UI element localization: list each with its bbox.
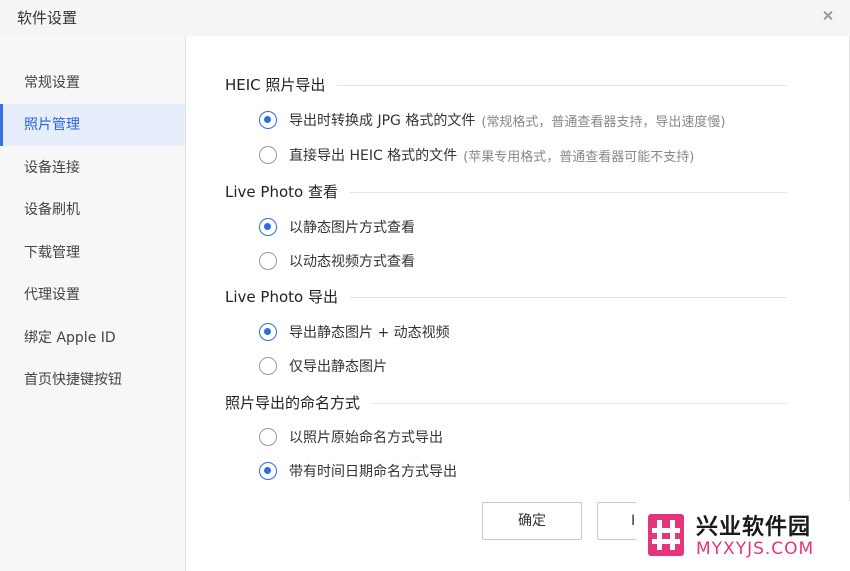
- section-heic-export: HEIC 照片导出: [225, 74, 787, 96]
- option-label: 导出静态图片 + 动态视频: [289, 325, 450, 341]
- radio-option-export-static-video[interactable]: 导出静态图片 + 动态视频: [259, 322, 450, 342]
- sidebar-item-download-management[interactable]: 下载管理: [0, 232, 185, 274]
- section-export-naming: 照片导出的命名方式: [225, 392, 787, 414]
- option-label: 带有时间日期命名方式导出: [289, 464, 457, 480]
- watermark-name: 兴业软件园: [696, 515, 812, 540]
- cancel-button-partial-label: I: [631, 513, 636, 529]
- sidebar-item-device-connection[interactable]: 设备连接: [0, 147, 185, 189]
- radio-option-original-name[interactable]: 以照片原始命名方式导出: [259, 427, 443, 447]
- section-live-photo-export: Live Photo 导出: [225, 286, 787, 308]
- section-live-photo-view: Live Photo 查看: [225, 181, 787, 203]
- ok-button[interactable]: 确定: [482, 502, 582, 540]
- option-label: 仅导出静态图片: [289, 359, 387, 375]
- sidebar-item-proxy-settings[interactable]: 代理设置: [0, 274, 185, 316]
- title-bar: 软件设置: [0, 0, 850, 36]
- section-title: Live Photo 导出: [225, 286, 350, 307]
- radio-selected-icon[interactable]: [259, 218, 277, 236]
- option-label: 以照片原始命名方式导出: [289, 430, 443, 446]
- section-title: HEIC 照片导出: [225, 74, 338, 95]
- radio-unselected-icon[interactable]: [259, 357, 277, 375]
- option-label: 直接导出 HEIC 格式的文件: [289, 148, 458, 164]
- radio-option-convert-jpg[interactable]: 导出时转换成 JPG 格式的文件 (常规格式，普通查看器支持，导出速度慢): [259, 110, 725, 130]
- watermark-domain: MYXYJS.COM: [696, 539, 815, 559]
- radio-option-view-video[interactable]: 以动态视频方式查看: [259, 251, 415, 271]
- radio-option-export-heic[interactable]: 直接导出 HEIC 格式的文件 (苹果专用格式，普通查看器可能不支持): [259, 145, 694, 165]
- close-icon[interactable]: [820, 8, 836, 24]
- watermark-logo-icon: [648, 514, 684, 556]
- option-hint: (常规格式，普通查看器支持，导出速度慢): [481, 114, 726, 130]
- radio-selected-icon[interactable]: [259, 462, 277, 480]
- sidebar-item-device-flash[interactable]: 设备刷机: [0, 189, 185, 231]
- window-title: 软件设置: [17, 9, 78, 27]
- sidebar-item-general[interactable]: 常规设置: [0, 62, 185, 104]
- sidebar-item-photo-management[interactable]: 照片管理: [0, 104, 185, 146]
- option-label: 导出时转换成 JPG 格式的文件: [289, 113, 476, 129]
- radio-option-datetime-name[interactable]: 带有时间日期命名方式导出: [259, 461, 457, 481]
- option-label: 以静态图片方式查看: [289, 220, 415, 236]
- watermark: 兴业软件园 MYXYJS.COM: [636, 501, 850, 571]
- sidebar-item-home-shortcut-buttons[interactable]: 首页快捷键按钮: [0, 359, 185, 401]
- option-label: 以动态视频方式查看: [289, 254, 415, 270]
- radio-unselected-icon[interactable]: [259, 428, 277, 446]
- section-title: 照片导出的命名方式: [225, 392, 373, 413]
- section-title: Live Photo 查看: [225, 181, 350, 202]
- settings-sidebar: 常规设置 照片管理 设备连接 设备刷机 下载管理 代理设置 绑定 Apple I…: [0, 36, 186, 571]
- radio-unselected-icon[interactable]: [259, 252, 277, 270]
- sidebar-item-bind-apple-id[interactable]: 绑定 Apple ID: [0, 317, 185, 359]
- option-hint: (苹果专用格式，普通查看器可能不支持): [463, 149, 695, 165]
- radio-unselected-icon[interactable]: [259, 146, 277, 164]
- radio-option-export-static-only[interactable]: 仅导出静态图片: [259, 356, 387, 376]
- radio-selected-icon[interactable]: [259, 111, 277, 129]
- radio-selected-icon[interactable]: [259, 323, 277, 341]
- radio-option-view-static[interactable]: 以静态图片方式查看: [259, 217, 415, 237]
